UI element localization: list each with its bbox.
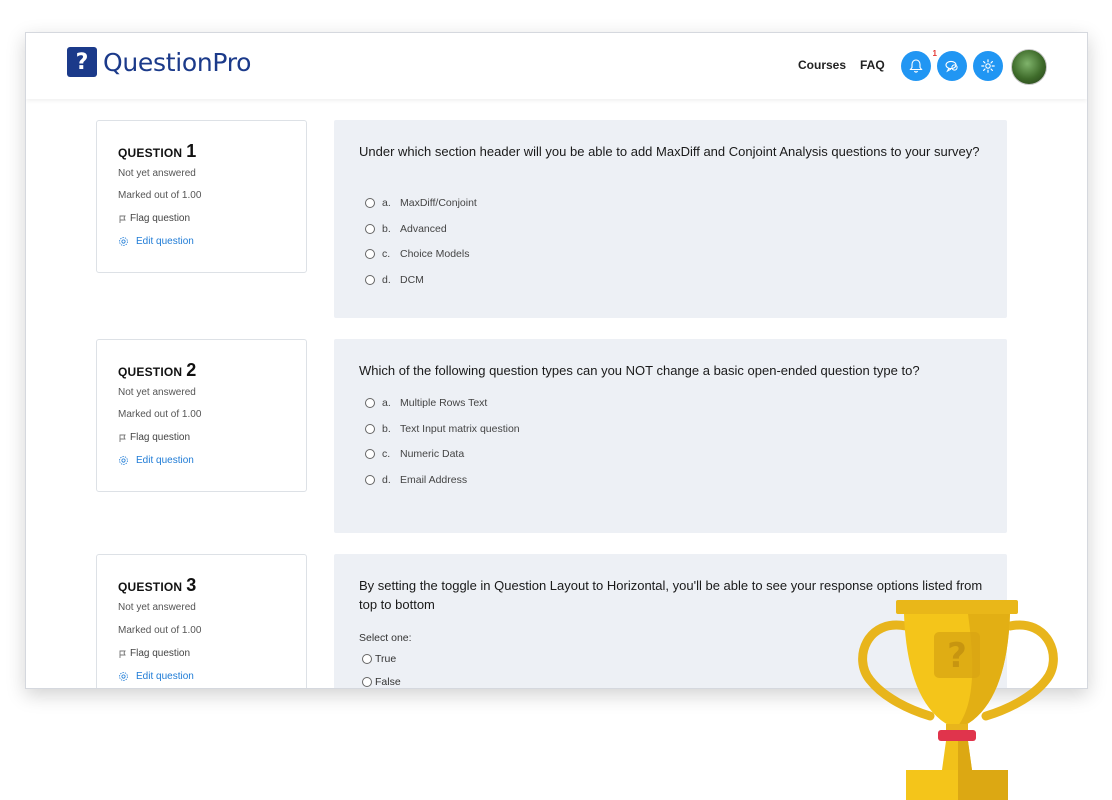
trophy-icon: ? bbox=[858, 600, 1058, 800]
radio-button[interactable] bbox=[362, 677, 372, 687]
radio-button[interactable] bbox=[365, 224, 375, 234]
question-number: 2 bbox=[186, 360, 197, 380]
gear-icon bbox=[981, 59, 995, 73]
question-2-label: QUESTION 2 bbox=[118, 360, 197, 381]
answer-status: Not yet answered bbox=[118, 602, 196, 613]
option-text: Numeric Data bbox=[400, 448, 465, 460]
option-false[interactable]: False bbox=[362, 676, 401, 688]
flag-question-link[interactable]: Flag question bbox=[118, 648, 190, 659]
questionpro-logo[interactable]: ? QuestionPro bbox=[67, 47, 251, 77]
edit-question-label: Edit question bbox=[136, 236, 194, 247]
flag-icon bbox=[119, 650, 126, 658]
chat-button[interactable] bbox=[937, 51, 967, 81]
option-letter: a. bbox=[382, 397, 391, 409]
option-d[interactable]: d. Email Address bbox=[365, 474, 467, 486]
logo-text: QuestionPro bbox=[103, 47, 252, 77]
question-label-text: QUESTION bbox=[118, 365, 183, 379]
edit-question-label: Edit question bbox=[136, 455, 194, 466]
flag-question-label: Flag question bbox=[130, 648, 191, 659]
radio-button[interactable] bbox=[365, 275, 375, 285]
option-true[interactable]: True bbox=[362, 653, 396, 665]
trophy-emblem-glyph: ? bbox=[947, 636, 967, 676]
option-text: Choice Models bbox=[400, 248, 470, 260]
top-navigation-bar: ? QuestionPro Courses FAQ 1 bbox=[26, 33, 1087, 99]
option-text: Advanced bbox=[400, 223, 447, 235]
question-number: 3 bbox=[186, 575, 197, 595]
faq-link[interactable]: FAQ bbox=[860, 58, 885, 72]
question-3-info-card: QUESTION 3 Not yet answered Marked out of… bbox=[96, 554, 307, 688]
flag-icon bbox=[119, 434, 126, 442]
marks-info: Marked out of 1.00 bbox=[118, 409, 202, 420]
radio-button[interactable] bbox=[362, 654, 372, 664]
option-letter: d. bbox=[382, 474, 391, 486]
edit-question-link[interactable]: Edit question bbox=[118, 455, 194, 466]
question-number: 1 bbox=[186, 141, 197, 161]
gear-icon bbox=[119, 672, 128, 681]
question-2-content: Which of the following question types ca… bbox=[334, 339, 1007, 533]
question-1-text: Under which section header will you be a… bbox=[359, 144, 980, 159]
bell-icon bbox=[909, 59, 923, 73]
option-letter: a. bbox=[382, 197, 391, 209]
user-avatar[interactable] bbox=[1011, 49, 1047, 85]
radio-button[interactable] bbox=[365, 424, 375, 434]
edit-question-link[interactable]: Edit question bbox=[118, 236, 194, 247]
flag-question-link[interactable]: Flag question bbox=[118, 213, 190, 224]
flag-question-link[interactable]: Flag question bbox=[118, 432, 190, 443]
question-3-label: QUESTION 3 bbox=[118, 575, 197, 596]
option-text: Email Address bbox=[400, 474, 468, 486]
radio-button[interactable] bbox=[365, 449, 375, 459]
option-b[interactable]: b. Text Input matrix question bbox=[365, 423, 520, 435]
option-text: False bbox=[375, 676, 401, 688]
marks-info: Marked out of 1.00 bbox=[118, 190, 202, 201]
question-2-text: Which of the following question types ca… bbox=[359, 363, 920, 378]
question-label-text: QUESTION bbox=[118, 580, 183, 594]
notifications-button[interactable]: 1 bbox=[901, 49, 937, 81]
option-letter: d. bbox=[382, 274, 391, 286]
edit-question-label: Edit question bbox=[136, 671, 194, 682]
flag-question-label: Flag question bbox=[130, 213, 191, 224]
select-one-label: Select one: bbox=[359, 632, 412, 644]
option-letter: b. bbox=[382, 423, 391, 435]
option-a[interactable]: a. MaxDiff/Conjoint bbox=[365, 197, 477, 209]
flag-icon bbox=[119, 215, 126, 223]
marks-info: Marked out of 1.00 bbox=[118, 625, 202, 636]
option-text: DCM bbox=[400, 274, 424, 286]
radio-button[interactable] bbox=[365, 475, 375, 485]
settings-button[interactable] bbox=[973, 51, 1003, 81]
chat-icon bbox=[945, 60, 958, 73]
option-letter: b. bbox=[382, 223, 391, 235]
option-b[interactable]: b. Advanced bbox=[365, 223, 447, 235]
answer-status: Not yet answered bbox=[118, 168, 196, 179]
radio-button[interactable] bbox=[365, 198, 375, 208]
edit-question-link[interactable]: Edit question bbox=[118, 671, 194, 682]
notification-badge: 1 bbox=[932, 49, 937, 58]
option-c[interactable]: c. Numeric Data bbox=[365, 448, 464, 460]
question-1-info-card: QUESTION 1 Not yet answered Marked out of… bbox=[96, 120, 307, 273]
question-label-text: QUESTION bbox=[118, 146, 183, 160]
option-letter: c. bbox=[382, 448, 391, 460]
logo-mark-icon: ? bbox=[67, 47, 97, 77]
radio-button[interactable] bbox=[365, 249, 375, 259]
option-text: Text Input matrix question bbox=[400, 423, 520, 435]
option-text: Multiple Rows Text bbox=[400, 397, 488, 409]
browser-window: ? QuestionPro Courses FAQ 1 QUESTION 1 No… bbox=[25, 32, 1088, 689]
option-letter: c. bbox=[382, 248, 391, 260]
courses-link[interactable]: Courses bbox=[798, 58, 846, 72]
flag-question-label: Flag question bbox=[130, 432, 191, 443]
option-d[interactable]: d. DCM bbox=[365, 274, 424, 286]
radio-button[interactable] bbox=[365, 398, 375, 408]
question-1-label: QUESTION 1 bbox=[118, 141, 197, 162]
question-2-info-card: QUESTION 2 Not yet answered Marked out of… bbox=[96, 339, 307, 492]
option-c[interactable]: c. Choice Models bbox=[365, 248, 469, 260]
gear-icon bbox=[119, 237, 128, 246]
option-text: MaxDiff/Conjoint bbox=[400, 197, 477, 209]
option-text: True bbox=[375, 653, 397, 665]
answer-status: Not yet answered bbox=[118, 387, 196, 398]
gear-icon bbox=[119, 456, 128, 465]
option-a[interactable]: a. Multiple Rows Text bbox=[365, 397, 487, 409]
question-1-content: Under which section header will you be a… bbox=[334, 120, 1007, 318]
